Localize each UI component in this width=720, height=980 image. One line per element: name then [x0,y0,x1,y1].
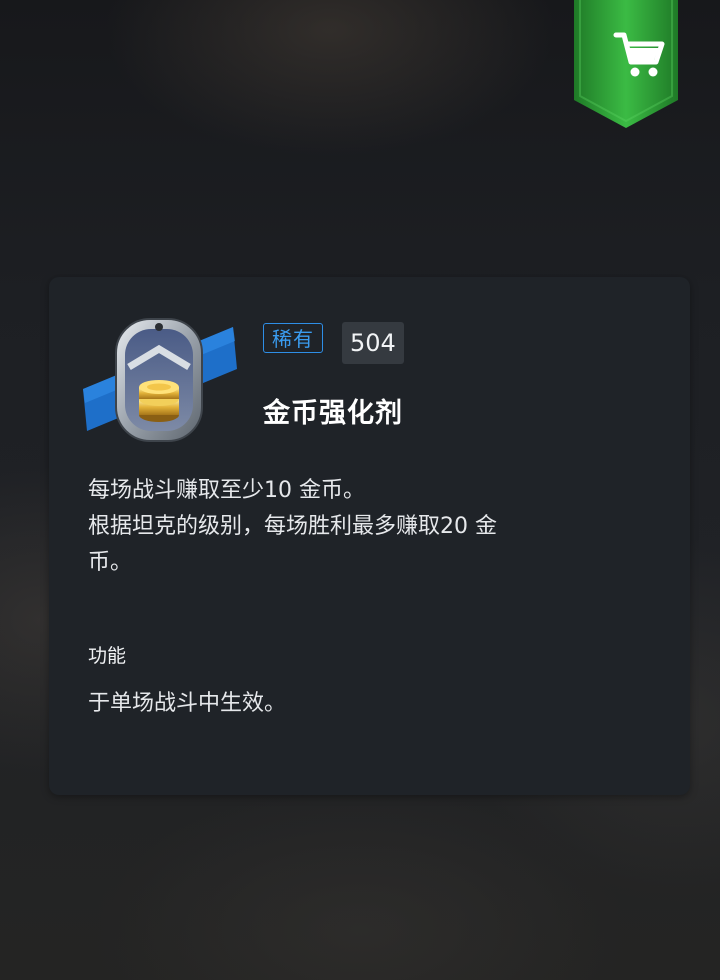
coin-booster-icon [83,317,237,447]
function-text: 于单场战斗中生效。 [88,691,287,716]
item-description: 每场战斗赚取至少10 金币。 根据坦克的级别，每场胜利最多赚取20 金 币。 [88,473,628,581]
function-heading: 功能 [88,645,127,667]
shop-button[interactable] [574,0,678,130]
item-title: 金币强化剂 [263,398,403,429]
description-line: 每场战斗赚取至少10 金币。 [88,478,365,503]
description-line: 币。 [88,550,133,575]
rarity-badge: 稀有 [263,323,323,353]
description-line: 根据坦克的级别，每场胜利最多赚取20 金 [88,514,497,539]
item-info-card: 稀有 504 金币强化剂 每场战斗赚取至少10 金币。 根据坦克的级别，每场胜利… [49,277,690,795]
item-count-badge: 504 [342,322,404,364]
